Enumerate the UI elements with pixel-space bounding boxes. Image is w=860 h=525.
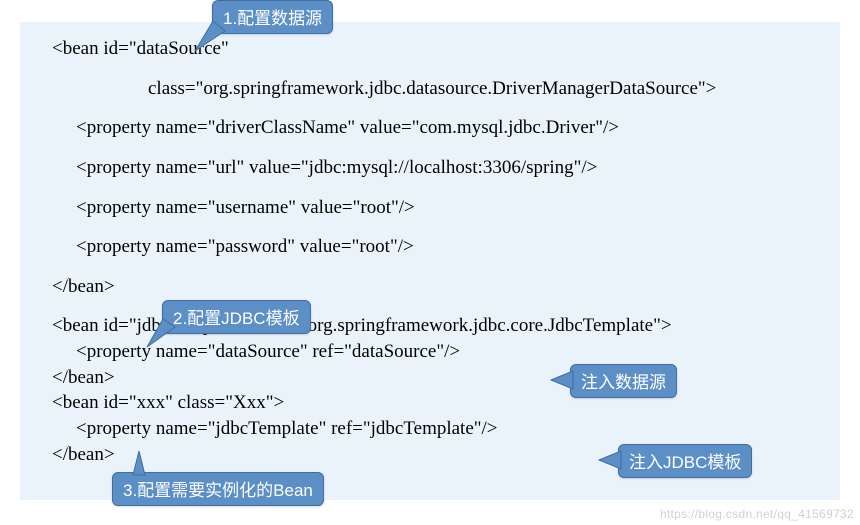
callout-pointer-icon — [195, 21, 225, 51]
callout-label: 注入数据源 — [581, 373, 666, 392]
code-line: <property name="url" value="jdbc:mysql:/… — [28, 155, 832, 181]
watermark: https://blog.csdn.net/qq_41569732 — [660, 507, 854, 521]
callout-pointer-icon — [551, 371, 573, 389]
callout-jdbctemplate: 2.配置JDBC模板 — [162, 300, 311, 334]
code-line: <bean id="xxx" class="Xxx"> — [28, 390, 832, 416]
callout-pointer-icon — [133, 451, 163, 475]
callout-label: 3.配置需要实例化的Bean — [123, 481, 313, 500]
callout-inject-datasource: 注入数据源 — [570, 364, 677, 398]
callout-datasource: 1.配置数据源 — [212, 0, 333, 34]
callout-pointer-icon — [147, 319, 175, 347]
code-line: <property name="jdbcTemplate" ref="jdbcT… — [28, 416, 832, 442]
callout-pointer-icon — [599, 451, 621, 469]
code-line: class="org.springframework.jdbc.datasour… — [28, 76, 832, 102]
code-line: <property name="password" value="root"/> — [28, 234, 832, 260]
callout-label: 2.配置JDBC模板 — [173, 309, 300, 328]
code-line: <property name="username" value="root"/> — [28, 195, 832, 221]
callout-instantiate-bean: 3.配置需要实例化的Bean — [112, 472, 324, 506]
code-line: <bean id="dataSource" — [28, 36, 832, 62]
callout-label: 注入JDBC模板 — [629, 453, 741, 472]
code-line: </bean> — [28, 365, 832, 391]
code-line: <property name="driverClassName" value="… — [28, 115, 832, 141]
code-block: <bean id="dataSource" class="org.springf… — [20, 22, 840, 500]
callout-label: 1.配置数据源 — [223, 9, 322, 28]
code-line: </bean> — [28, 274, 832, 300]
callout-inject-jdbctemplate: 注入JDBC模板 — [618, 444, 752, 478]
